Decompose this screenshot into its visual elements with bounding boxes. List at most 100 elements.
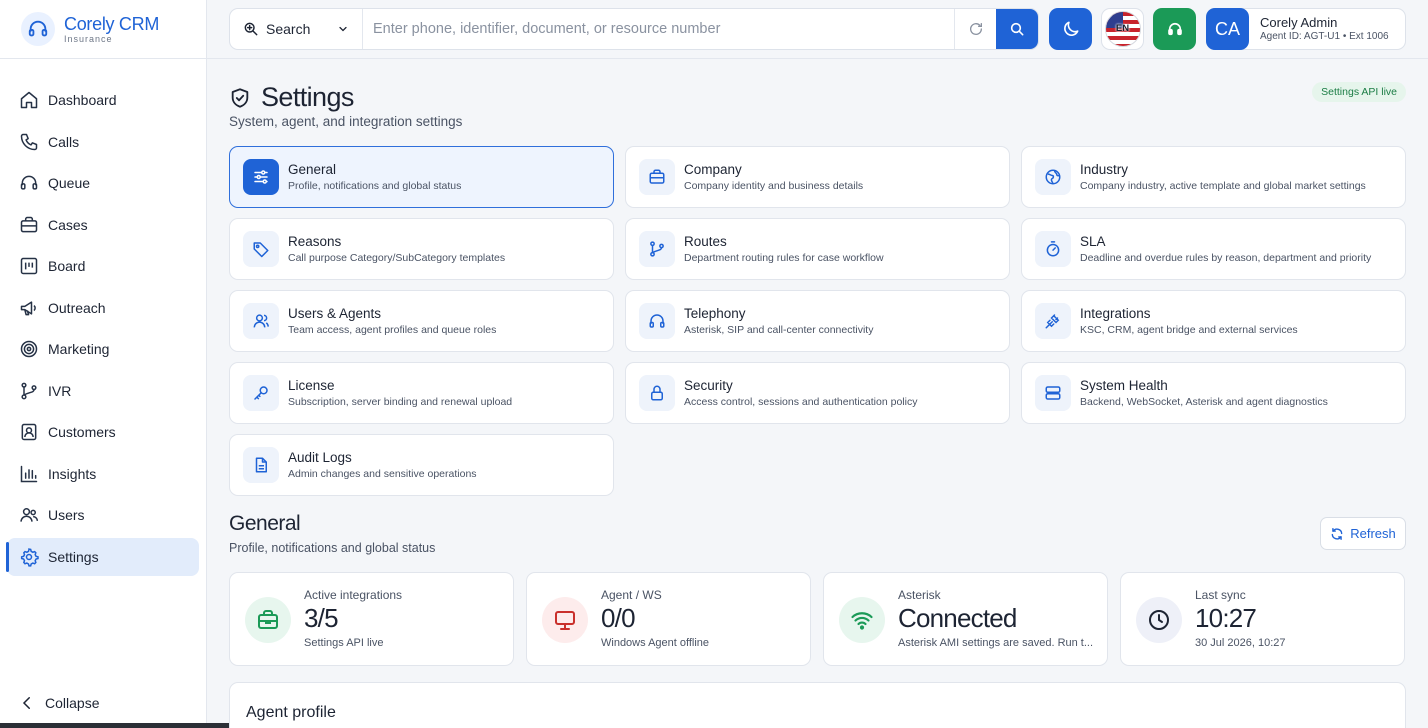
headphones-icon: [639, 303, 675, 339]
sidebar-item-marketing[interactable]: Marketing: [7, 330, 199, 368]
language-button[interactable]: EN: [1101, 8, 1144, 50]
settings-card-users-agents[interactable]: Users & Agents Team access, agent profile…: [229, 290, 614, 352]
card-title: Industry: [1080, 161, 1129, 177]
sidebar-item-ivr[interactable]: IVR: [7, 372, 199, 410]
key-icon: [243, 375, 279, 411]
settings-card-integrations[interactable]: Integrations KSC, CRM, agent bridge and e…: [1021, 290, 1406, 352]
sidebar-item-cases[interactable]: Cases: [7, 206, 199, 244]
card-description: Company industry, active template and gl…: [1080, 179, 1366, 192]
refresh-icon: [1330, 527, 1344, 541]
document-icon: [243, 447, 279, 483]
brand-name: Corely CRM: [64, 13, 160, 34]
sidebar-item-label: Customers: [48, 424, 116, 440]
brand[interactable]: Corely CRM Insurance: [0, 0, 206, 59]
avatar: CA: [1206, 8, 1249, 50]
card-description: Profile, notifications and global status: [288, 179, 462, 192]
search-type-label: Search: [266, 21, 311, 37]
sidebar-item-dashboard[interactable]: Dashboard: [7, 81, 199, 119]
sidebar-item-label: IVR: [48, 382, 72, 399]
headset-icon: [1166, 20, 1184, 38]
stats-row: Active integrations 3/5 Settings API liv…: [229, 572, 1406, 666]
sidebar-item-queue[interactable]: Queue: [7, 164, 199, 202]
stat-note: Settings API live: [304, 637, 384, 649]
agent-profile-title: Agent profile: [246, 704, 336, 721]
stat-value: 0/0: [601, 603, 636, 633]
sidebar-item-outreach[interactable]: Outreach: [7, 289, 199, 327]
sidebar-item-insights[interactable]: Insights: [7, 455, 199, 493]
stat-label: Asterisk: [898, 588, 941, 602]
sidebar-item-customers[interactable]: Customers: [7, 413, 199, 451]
stat-card-integrations: Active integrations 3/5 Settings API liv…: [229, 572, 514, 666]
settings-card-sla[interactable]: SLA Deadline and overdue rules by reason,…: [1021, 218, 1406, 280]
top-bar: Search EN CA Corely Admin Agent ID: AGT-…: [207, 0, 1428, 59]
settings-card-telephony[interactable]: Telephony Asterisk, SIP and call-center c…: [625, 290, 1010, 352]
stat-card-last-sync: Last sync 10:27 30 Jul 2026, 10:27: [1120, 572, 1405, 666]
settings-card-general[interactable]: General Profile, notifications and global…: [229, 146, 614, 208]
moon-icon: [1061, 19, 1081, 39]
timer-icon: [1035, 231, 1071, 267]
refresh-button[interactable]: Refresh: [1320, 517, 1406, 550]
card-description: Asterisk, SIP and call-center connectivi…: [684, 323, 874, 336]
card-description: Deadline and overdue rules by reason, de…: [1080, 251, 1372, 264]
stat-note: 30 Jul 2026, 10:27: [1195, 637, 1286, 649]
card-title: Routes: [684, 233, 727, 249]
settings-card-license[interactable]: License Subscription, server binding and …: [229, 362, 614, 424]
card-description: Admin changes and sensitive operations: [288, 467, 477, 480]
globe-icon: [1035, 159, 1071, 195]
us-flag-icon: EN: [1104, 11, 1141, 47]
theme-toggle-button[interactable]: [1049, 8, 1092, 50]
card-description: Backend, WebSocket, Asterisk and agent d…: [1080, 395, 1328, 408]
collapse-button[interactable]: Collapse: [18, 694, 99, 712]
settings-card-routes[interactable]: Routes Department routing rules for case …: [625, 218, 1010, 280]
settings-card-company[interactable]: Company Company identity and business det…: [625, 146, 1010, 208]
card-title: Company: [684, 161, 742, 177]
settings-card-industry[interactable]: Industry Company industry, active templat…: [1021, 146, 1406, 208]
settings-grid: General Profile, notifications and global…: [229, 146, 1406, 496]
stat-label: Agent / WS: [601, 588, 662, 602]
card-description: Subscription, server binding and renewal…: [288, 395, 513, 408]
card-description: Access control, sessions and authenticat…: [684, 395, 918, 408]
sidebar-item-label: Queue: [48, 175, 91, 191]
sidebar-item-board[interactable]: Board: [7, 247, 199, 285]
wifi-icon: [839, 597, 885, 643]
search-type-select[interactable]: Search: [230, 9, 363, 49]
settings-card-system-health[interactable]: System Health Backend, WebSocket, Asteris…: [1021, 362, 1406, 424]
search-input[interactable]: [363, 9, 954, 49]
reset-search-button[interactable]: [954, 9, 996, 49]
sidebar-item-label: Marketing: [48, 341, 110, 357]
gear-icon: [19, 547, 39, 567]
sliders-icon: [243, 159, 279, 195]
stat-note: Asterisk AMI settings are saved. Run t..…: [898, 637, 1094, 649]
sidebar-item-calls[interactable]: Calls: [7, 123, 199, 161]
sidebar-item-label: Outreach: [48, 299, 106, 316]
main-content: Settings System, agent, and integration …: [207, 60, 1428, 728]
global-search: Search: [229, 8, 1039, 50]
sidebar-item-label: Users: [48, 507, 85, 523]
target-icon: [19, 339, 39, 359]
page-title: Settings: [261, 82, 354, 112]
sidebar: Corely CRM Insurance Dashboard Calls Que…: [0, 0, 238, 728]
card-title: Audit Logs: [288, 449, 352, 465]
megaphone-icon: [19, 298, 39, 318]
sidebar-item-settings[interactable]: Settings: [6, 537, 199, 576]
card-title: Users & Agents: [288, 305, 382, 321]
settings-card-security[interactable]: Security Access control, sessions and aut…: [625, 362, 1010, 424]
user-menu[interactable]: CA Corely Admin Agent ID: AGT-U1 • Ext 1…: [1206, 8, 1406, 50]
users-icon: [243, 303, 279, 339]
stat-label: Active integrations: [304, 588, 403, 602]
search-submit-button[interactable]: [996, 9, 1038, 49]
bar-chart-icon: [19, 464, 39, 484]
tag-icon: [243, 231, 279, 267]
settings-card-audit-logs[interactable]: Audit Logs Admin changes and sensitive op…: [229, 434, 614, 496]
page-header: Settings: [229, 82, 354, 113]
contact-icon: [19, 422, 39, 442]
support-button[interactable]: [1153, 8, 1196, 50]
settings-card-reasons[interactable]: Reasons Call purpose Category/SubCategory…: [229, 218, 614, 280]
card-title: Security: [684, 377, 733, 393]
taskbar-strip: [0, 723, 238, 728]
plug-icon: [1035, 303, 1071, 339]
sidebar-item-users[interactable]: Users: [7, 496, 199, 534]
search-icon: [1009, 21, 1025, 37]
sidebar-item-label: Insights: [48, 465, 97, 482]
reload-icon: [968, 21, 984, 37]
